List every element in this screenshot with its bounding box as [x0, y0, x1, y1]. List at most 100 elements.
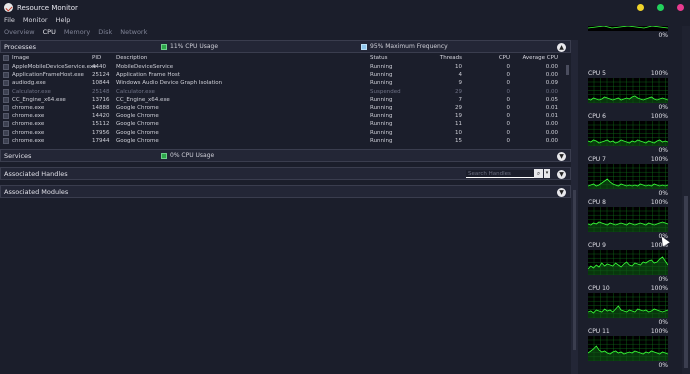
cell-threads: 11	[455, 121, 462, 128]
row-checkbox[interactable]	[3, 72, 9, 79]
scrollbar-thumb[interactable]	[566, 65, 569, 75]
menu-file[interactable]: File	[4, 15, 15, 26]
main-vertical-scrollbar[interactable]	[571, 40, 578, 374]
col-cpu[interactable]: CPU	[480, 55, 510, 61]
cpu-core-label: CPU 5	[588, 70, 606, 77]
cpu-core-min: 0%	[658, 104, 668, 111]
cpu-graphs-pane: 0% CPU 5 100% 0% CPU 6 100% 0% CPU 7 100% 0% CPU …	[578, 26, 690, 374]
cell-threads: 29	[455, 88, 462, 95]
menu-monitor[interactable]: Monitor	[23, 15, 48, 26]
cell-description: Google Chrome	[116, 129, 159, 136]
cell-status: Running	[370, 64, 393, 70]
services-section-header[interactable]: Services 0% CPU Usage ▼	[0, 149, 571, 162]
cell-avg-cpu: 0.01	[545, 113, 558, 120]
cell-status: Running	[370, 121, 393, 128]
expand-handles-button[interactable]: ▼	[557, 170, 566, 179]
processes-section-header[interactable]: Processes 11% CPU Usage 95% Maximum Freq…	[0, 40, 571, 53]
cell-status: Running	[370, 137, 393, 144]
menu-help[interactable]: Help	[56, 15, 71, 26]
cell-cpu: 0	[506, 72, 511, 79]
tab-cpu[interactable]: CPU	[39, 26, 60, 38]
row-checkbox[interactable]	[3, 64, 9, 70]
table-row[interactable]: audiodg.exe 10844 Windows Audio Device Gra…	[0, 79, 571, 87]
col-pid[interactable]: PID	[92, 55, 101, 61]
cell-description: CC_Engine_x64.exe	[116, 96, 170, 103]
search-icon[interactable]: ⌕	[534, 169, 543, 178]
processes-scrollbar[interactable]	[565, 63, 570, 147]
search-handles-input[interactable]: Search Handles	[466, 170, 534, 178]
select-all-checkbox[interactable]	[3, 55, 9, 61]
cell-image: chrome.exe	[12, 113, 45, 120]
cell-status: Running	[370, 113, 393, 120]
tab-overview[interactable]: Overview	[0, 26, 39, 38]
cpu-graphs-scrollbar-thumb[interactable]	[684, 196, 688, 368]
cell-avg-cpu: 0.00	[545, 129, 558, 136]
cell-pid: 25124	[92, 72, 110, 79]
cpu-core-label: CPU 9	[588, 242, 606, 249]
cell-avg-cpu: 0.00	[545, 121, 558, 128]
row-checkbox[interactable]	[3, 121, 9, 128]
services-cpu-legend: 0% CPU Usage	[161, 152, 214, 159]
handles-section-header[interactable]: Associated Handles Search Handles ⌕ ▾ ▼	[0, 167, 571, 180]
cpu-core-graph: CPU 10 100% 0%	[588, 285, 668, 328]
cell-cpu: 0	[506, 80, 511, 87]
row-checkbox[interactable]	[3, 105, 9, 111]
cell-description: Google Chrome	[116, 121, 159, 128]
cell-threads: 15	[455, 137, 462, 144]
cell-image: ApplicationFrameHost.exe	[12, 72, 84, 79]
cell-threads: 29	[455, 105, 462, 111]
table-row[interactable]: CC_Engine_x64.exe 13716 CC_Engine_x64.exe R…	[0, 96, 571, 104]
col-description[interactable]: Description	[116, 55, 147, 61]
table-row[interactable]: chrome.exe 14888 Google Chrome Running 29 0 0.…	[0, 104, 571, 112]
cell-image: chrome.exe	[12, 105, 45, 111]
row-checkbox[interactable]	[3, 96, 9, 103]
cpu-core-min: 0%	[658, 362, 668, 369]
cell-status: Running	[370, 96, 393, 103]
col-status[interactable]: Status	[370, 55, 388, 61]
cell-image: Calculator.exe	[12, 88, 51, 95]
cpu-core-graph: CPU 11 100% 0%	[588, 328, 668, 371]
close-button[interactable]	[677, 4, 684, 11]
cpu-core-max: 100%	[650, 199, 668, 206]
cell-pid: 14888	[92, 105, 110, 111]
main-scrollbar-thumb[interactable]	[573, 190, 576, 350]
tab-network[interactable]: Network	[116, 26, 151, 38]
col-image[interactable]: Image	[12, 55, 29, 61]
expand-modules-button[interactable]: ▼	[557, 188, 566, 197]
cell-image: audiodg.exe	[12, 80, 46, 87]
table-row[interactable]: chrome.exe 15112 Google Chrome Running 11 0 0.…	[0, 120, 571, 128]
resource-monitor-app-icon	[4, 3, 13, 12]
col-threads[interactable]: Threads	[420, 55, 462, 61]
minimize-button[interactable]	[637, 4, 644, 11]
cell-pid: 15112	[92, 121, 110, 128]
col-average-cpu[interactable]: Average CPU	[510, 55, 558, 61]
cpu-graphs-scrollbar[interactable]	[682, 26, 690, 374]
table-row[interactable]: Calculator.exe 25148 Calculator.exe Suspend…	[0, 88, 571, 96]
modules-section-header[interactable]: Associated Modules ▼	[0, 185, 571, 198]
processes-table: Image PID Description Status Threads CPU…	[0, 54, 571, 147]
row-checkbox[interactable]	[3, 137, 9, 144]
cell-cpu: 0	[506, 129, 511, 136]
cpu-partial-min: 0%	[658, 32, 668, 39]
cpu-core-max: 100%	[650, 113, 668, 120]
maximize-button[interactable]	[657, 4, 664, 11]
table-row[interactable]: ApplicationFrameHost.exe 25124 Application…	[0, 71, 571, 79]
tab-disk[interactable]: Disk	[94, 26, 116, 38]
table-row[interactable]: chrome.exe 17956 Google Chrome Running 10 0 0.…	[0, 129, 571, 137]
table-row[interactable]: chrome.exe 14420 Google Chrome Running 19 0 0.…	[0, 112, 571, 120]
row-checkbox[interactable]	[3, 88, 9, 95]
modules-title: Associated Modules	[4, 187, 69, 196]
search-dropdown-icon[interactable]: ▾	[544, 169, 550, 178]
row-checkbox[interactable]	[3, 129, 9, 136]
cpu-core-label: CPU 8	[588, 199, 606, 206]
cell-threads: 9	[458, 80, 463, 87]
cell-image: chrome.exe	[12, 121, 45, 128]
table-row[interactable]: chrome.exe 17944 Google Chrome Running 15 0 0.…	[0, 137, 571, 145]
cell-image: AppleMobileDeviceService.exe	[12, 64, 97, 70]
row-checkbox[interactable]	[3, 113, 9, 120]
expand-services-button[interactable]: ▼	[557, 152, 566, 161]
table-row[interactable]: AppleMobileDeviceService.exe 4440 MobileDe…	[0, 63, 571, 71]
collapse-processes-button[interactable]: ▲	[557, 43, 566, 52]
tab-memory[interactable]: Memory	[60, 26, 94, 38]
row-checkbox[interactable]	[3, 80, 9, 87]
